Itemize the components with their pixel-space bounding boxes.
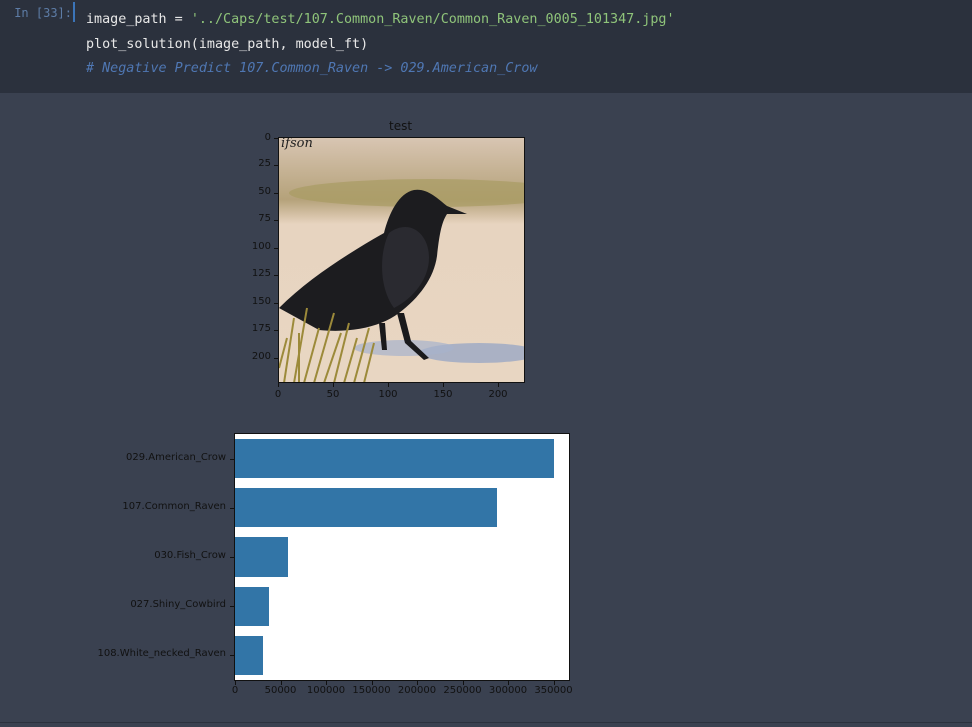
bar-x-tick: 200000	[397, 685, 437, 696]
bird-image: ifson	[278, 137, 525, 383]
bar	[235, 438, 554, 479]
tick-mark	[274, 303, 278, 304]
image-y-tick: 150	[251, 296, 271, 307]
bar-x-tick: 50000	[264, 685, 297, 696]
image-y-tick: 50	[258, 186, 271, 197]
image-y-tick: 175	[251, 323, 271, 334]
bar-x-tick: 350000	[534, 685, 573, 696]
tick-mark	[274, 220, 278, 221]
image-x-tick: 150	[433, 389, 453, 400]
tick-mark	[230, 606, 234, 608]
bar	[235, 488, 498, 528]
code-line-2[interactable]: plot_solution(image_path, model_ft)	[86, 37, 368, 52]
tick-mark	[333, 383, 334, 387]
code-cell-input[interactable]: In [33]: image_path = '../Caps/test/107.…	[0, 0, 972, 93]
code-assignment: image_path =	[86, 12, 191, 27]
tick-mark	[278, 383, 279, 387]
image-y-tick: 100	[251, 241, 271, 252]
tick-mark	[230, 655, 234, 657]
image-x-tick: 0	[274, 389, 282, 400]
image-plot-title: test	[389, 119, 413, 133]
bar	[235, 537, 288, 577]
bar-x-tick: 300000	[488, 685, 528, 696]
prediction-bar-chart	[234, 433, 570, 681]
bar	[235, 635, 264, 676]
tick-mark	[274, 330, 278, 331]
bar-category-label: 027.Shiny_Cowbird	[130, 599, 226, 611]
code-string-literal: '../Caps/test/107.Common_Raven/Common_Ra…	[190, 12, 675, 27]
bar-category-label: 030.Fish_Crow	[154, 550, 226, 561]
bar-x-tick: 250000	[443, 685, 482, 696]
image-x-tick: 50	[326, 389, 340, 400]
image-y-tick: 25	[258, 158, 271, 169]
image-y-tick: 125	[251, 268, 271, 279]
tick-mark	[498, 383, 499, 387]
tick-mark	[274, 165, 278, 166]
bar-category-label: 108.White_necked_Raven	[97, 648, 226, 660]
cell-divider	[0, 722, 972, 723]
photo-watermark-text: ifson	[281, 138, 313, 151]
bar	[235, 586, 269, 626]
tick-mark	[230, 458, 234, 460]
cell-selection-bar	[73, 2, 75, 22]
raven-photo: ifson	[279, 138, 524, 382]
bar-category-label: 029.American_Crow	[125, 451, 226, 463]
cell-prompt: In [33]:	[14, 6, 72, 20]
bar-category-label: 107.Common_Raven	[122, 500, 226, 512]
tick-mark	[274, 358, 278, 359]
bar-x-tick: 0	[231, 685, 239, 696]
bar-x-tick: 150000	[352, 685, 391, 696]
code-line-1[interactable]: image_path = '../Caps/test/107.Common_Ra…	[86, 12, 675, 27]
tick-mark	[388, 383, 389, 387]
image-y-tick: 200	[251, 351, 271, 362]
tick-mark	[274, 275, 278, 276]
image-y-tick: 0	[264, 132, 271, 143]
image-x-tick: 100	[378, 389, 398, 400]
tick-mark	[274, 138, 278, 139]
tick-mark	[230, 557, 234, 558]
tick-mark	[443, 383, 444, 387]
bar-x-tick: 100000	[306, 685, 346, 696]
tick-mark	[230, 507, 234, 509]
image-y-tick: 75	[258, 213, 271, 224]
tick-mark	[274, 248, 278, 249]
tick-mark	[274, 193, 278, 194]
code-line-3-comment[interactable]: # Negative Predict 107.Common_Raven -> 0…	[86, 61, 537, 76]
image-x-tick: 200	[488, 389, 508, 400]
